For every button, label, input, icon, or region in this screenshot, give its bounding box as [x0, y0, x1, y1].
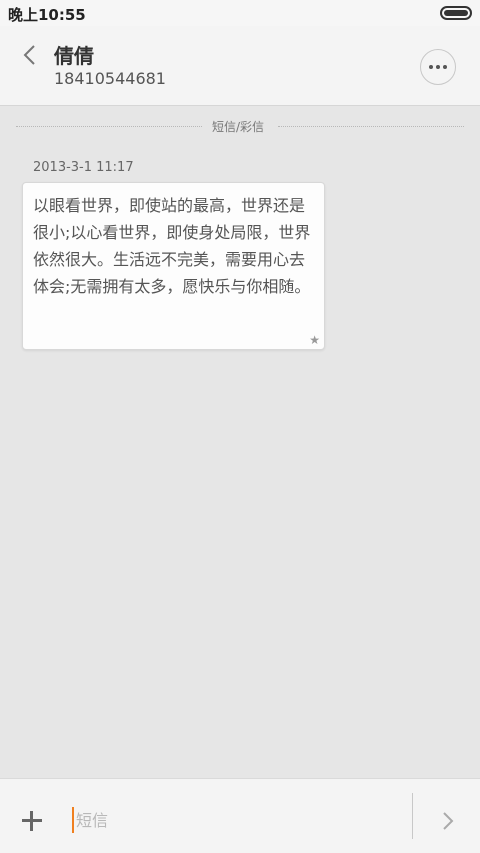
contact-name: 倩倩 [54, 44, 94, 68]
message-type-divider: 短信/彩信 [16, 118, 464, 136]
message-timestamp: 2013-3-1 11:17 [33, 160, 134, 175]
more-options-button[interactable] [420, 49, 456, 85]
status-time: 晚上10:55 [8, 6, 86, 24]
status-bar: 晚上10:55 [0, 0, 480, 26]
battery-icon [440, 6, 472, 20]
chevron-left-icon[interactable] [18, 42, 42, 68]
message-text: 以眼看世界，即使站的最高，世界还是很小;以心看世界，即使身处局限，世界依然很大。… [33, 196, 311, 296]
chevron-right-icon[interactable] [438, 809, 458, 833]
divider-label: 短信/彩信 [212, 120, 265, 134]
composer-separator [412, 793, 413, 839]
divider-line-left [16, 126, 202, 127]
message-input[interactable] [72, 807, 372, 833]
more-dots-icon [429, 65, 433, 69]
conversation-header: 倩倩 18410544681 [0, 26, 480, 106]
star-icon: ★ [309, 333, 320, 347]
composer-bar [0, 778, 480, 853]
contact-number: 18410544681 [54, 69, 166, 88]
message-bubble[interactable]: 以眼看世界，即使站的最高，世界还是很小;以心看世界，即使身处局限，世界依然很大。… [22, 182, 325, 350]
divider-line-right [278, 126, 464, 127]
plus-icon[interactable] [20, 809, 44, 833]
